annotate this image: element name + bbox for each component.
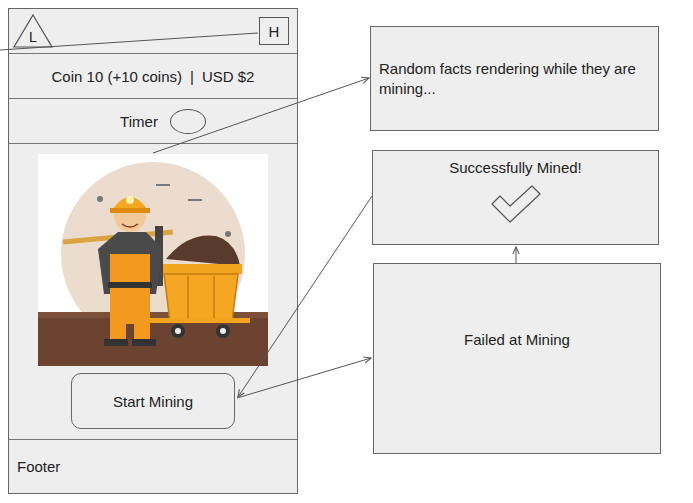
footer-label: Footer: [17, 458, 60, 475]
note-label: Random facts rendering while they are mi…: [379, 59, 648, 98]
check-icon: [488, 182, 544, 226]
timer-label: Timer: [120, 113, 158, 130]
balance-separator: |: [190, 68, 194, 85]
miner-illustration-icon: [38, 154, 268, 366]
phone-frame: L H Coin 10 (+10 coins) | USD $2 Timer S…: [8, 8, 298, 494]
usd-balance: USD $2: [202, 68, 255, 85]
status-box: Failed at Mining: [373, 263, 661, 454]
balance-bar: Coin 10 (+10 coins) | USD $2: [9, 54, 297, 99]
coin-balance: Coin 10 (+10 coins): [52, 68, 183, 85]
logo-button[interactable]: L: [12, 13, 54, 49]
failed-arrow: [237, 358, 371, 398]
success-label: Successfully Mined!: [449, 159, 582, 176]
wireframe-canvas: L H Coin 10 (+10 coins) | USD $2 Timer S…: [0, 0, 693, 503]
mining-content: Start Mining: [9, 144, 297, 440]
success-arrow: [238, 196, 372, 397]
logo-label: L: [12, 28, 54, 46]
status-label: Failed at Mining: [464, 331, 570, 348]
timer-oval: [170, 109, 206, 134]
start-mining-button[interactable]: Start Mining: [71, 373, 235, 429]
header-connector: [0, 33, 258, 50]
footer-bar: Footer: [9, 440, 297, 493]
header-bar: L H: [9, 9, 297, 54]
facts-arrow: [153, 78, 369, 153]
success-box: Successfully Mined!: [372, 150, 659, 245]
timer-bar: Timer: [9, 99, 297, 144]
header-menu-button[interactable]: H: [259, 17, 289, 45]
flow-arrows: [0, 0, 693, 503]
retry-arrow: [516, 247, 517, 263]
note-box: Random facts rendering while they are mi…: [370, 26, 659, 131]
